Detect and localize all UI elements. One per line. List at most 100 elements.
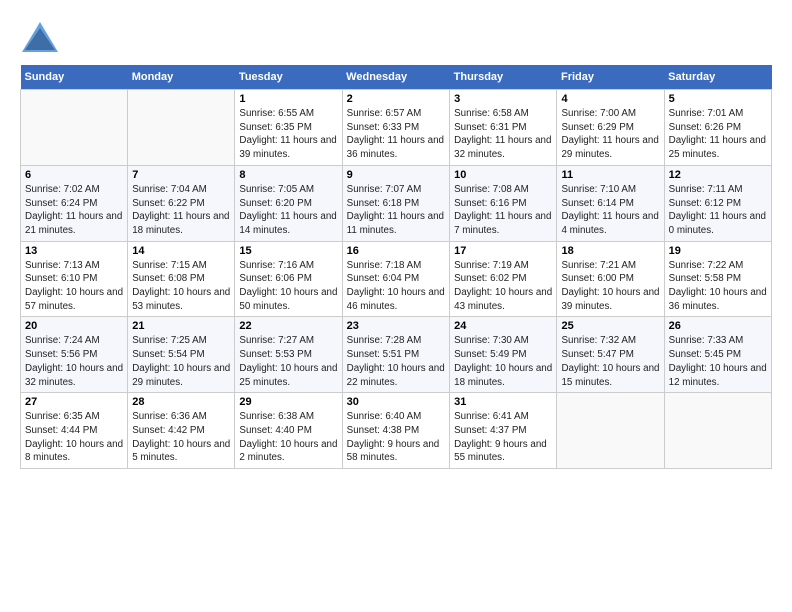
week-row-2: 13 Sunrise: 7:13 AM Sunset: 6:10 PM Dayli… [21,241,772,317]
calendar-cell [21,90,128,166]
week-row-0: 1 Sunrise: 6:55 AM Sunset: 6:35 PM Daylig… [21,90,772,166]
day-info: Sunrise: 7:33 AM Sunset: 5:45 PM Dayligh… [669,334,767,389]
day-number: 14 [132,245,230,257]
day-info: Sunrise: 7:18 AM Sunset: 6:04 PM Dayligh… [347,259,445,314]
day-number: 30 [347,396,445,408]
weekday-header-row: SundayMondayTuesdayWednesdayThursdayFrid… [21,65,772,90]
weekday-saturday: Saturday [664,65,771,90]
calendar-cell: 25 Sunrise: 7:32 AM Sunset: 5:47 PM Dayli… [557,317,664,393]
calendar-cell: 1 Sunrise: 6:55 AM Sunset: 6:35 PM Daylig… [235,90,342,166]
day-info: Sunrise: 7:25 AM Sunset: 5:54 PM Dayligh… [132,334,230,389]
day-number: 23 [347,320,445,332]
page-header [20,20,772,55]
day-number: 11 [561,169,659,181]
weekday-sunday: Sunday [21,65,128,90]
day-number: 6 [25,169,123,181]
calendar-cell: 8 Sunrise: 7:05 AM Sunset: 6:20 PM Daylig… [235,165,342,241]
calendar-cell: 29Sunrise: 6:38 AM Sunset: 4:40 PM Dayli… [235,393,342,469]
day-info: Sunrise: 6:55 AM Sunset: 6:35 PM Dayligh… [239,107,337,162]
week-row-3: 20Sunrise: 7:24 AM Sunset: 5:56 PM Dayli… [21,317,772,393]
day-info: Sunrise: 7:32 AM Sunset: 5:47 PM Dayligh… [561,334,659,389]
calendar-cell: 9Sunrise: 7:07 AM Sunset: 6:18 PM Daylig… [342,165,449,241]
day-number: 22 [239,320,337,332]
day-info: Sunrise: 7:02 AM Sunset: 6:24 PM Dayligh… [25,183,123,238]
day-info: Sunrise: 6:40 AM Sunset: 4:38 PM Dayligh… [347,410,445,465]
calendar-cell: 16 Sunrise: 7:18 AM Sunset: 6:04 PM Dayli… [342,241,449,317]
calendar-cell: 24Sunrise: 7:30 AM Sunset: 5:49 PM Dayli… [450,317,557,393]
calendar-cell: 17Sunrise: 7:19 AM Sunset: 6:02 PM Dayli… [450,241,557,317]
calendar-cell: 31Sunrise: 6:41 AM Sunset: 4:37 PM Dayli… [450,393,557,469]
day-number: 16 [347,245,445,257]
day-number: 29 [239,396,337,408]
day-info: Sunrise: 7:07 AM Sunset: 6:18 PM Dayligh… [347,183,445,238]
day-number: 20 [25,320,123,332]
weekday-friday: Friday [557,65,664,90]
week-row-1: 6 Sunrise: 7:02 AM Sunset: 6:24 PM Daylig… [21,165,772,241]
day-number: 12 [669,169,767,181]
day-info: Sunrise: 7:08 AM Sunset: 6:16 PM Dayligh… [454,183,552,238]
calendar-cell: 21 Sunrise: 7:25 AM Sunset: 5:54 PM Dayli… [128,317,235,393]
day-number: 7 [132,169,230,181]
day-info: Sunrise: 7:04 AM Sunset: 6:22 PM Dayligh… [132,183,230,238]
calendar-cell: 18 Sunrise: 7:21 AM Sunset: 6:00 PM Dayli… [557,241,664,317]
day-info: Sunrise: 7:05 AM Sunset: 6:20 PM Dayligh… [239,183,337,238]
calendar-cell [128,90,235,166]
calendar-cell: 2 Sunrise: 6:57 AM Sunset: 6:33 PM Daylig… [342,90,449,166]
calendar-cell: 13 Sunrise: 7:13 AM Sunset: 6:10 PM Dayli… [21,241,128,317]
day-number: 18 [561,245,659,257]
day-info: Sunrise: 7:13 AM Sunset: 6:10 PM Dayligh… [25,259,123,314]
calendar-cell: 30 Sunrise: 6:40 AM Sunset: 4:38 PM Dayli… [342,393,449,469]
calendar-cell: 26 Sunrise: 7:33 AM Sunset: 5:45 PM Dayli… [664,317,771,393]
day-info: Sunrise: 7:27 AM Sunset: 5:53 PM Dayligh… [239,334,337,389]
calendar-cell: 3 Sunrise: 6:58 AM Sunset: 6:31 PM Daylig… [450,90,557,166]
calendar-cell: 10Sunrise: 7:08 AM Sunset: 6:16 PM Dayli… [450,165,557,241]
day-info: Sunrise: 7:00 AM Sunset: 6:29 PM Dayligh… [561,107,659,162]
calendar-cell: 23 Sunrise: 7:28 AM Sunset: 5:51 PM Dayli… [342,317,449,393]
day-number: 26 [669,320,767,332]
day-info: Sunrise: 6:35 AM Sunset: 4:44 PM Dayligh… [25,410,123,465]
day-number: 21 [132,320,230,332]
weekday-tuesday: Tuesday [235,65,342,90]
day-number: 15 [239,245,337,257]
day-number: 28 [132,396,230,408]
calendar-cell: 12 Sunrise: 7:11 AM Sunset: 6:12 PM Dayli… [664,165,771,241]
calendar-cell: 4Sunrise: 7:00 AM Sunset: 6:29 PM Daylig… [557,90,664,166]
logo-icon [20,20,60,55]
calendar-cell: 22 Sunrise: 7:27 AM Sunset: 5:53 PM Dayli… [235,317,342,393]
day-info: Sunrise: 7:21 AM Sunset: 6:00 PM Dayligh… [561,259,659,314]
day-info: Sunrise: 7:19 AM Sunset: 6:02 PM Dayligh… [454,259,552,314]
day-number: 13 [25,245,123,257]
day-number: 1 [239,93,337,105]
calendar-cell [557,393,664,469]
calendar-cell: 15 Sunrise: 7:16 AM Sunset: 6:06 PM Dayli… [235,241,342,317]
day-info: Sunrise: 7:10 AM Sunset: 6:14 PM Dayligh… [561,183,659,238]
calendar-cell: 11 Sunrise: 7:10 AM Sunset: 6:14 PM Dayli… [557,165,664,241]
day-number: 25 [561,320,659,332]
calendar-cell: 5Sunrise: 7:01 AM Sunset: 6:26 PM Daylig… [664,90,771,166]
calendar-cell: 28 Sunrise: 6:36 AM Sunset: 4:42 PM Dayli… [128,393,235,469]
day-info: Sunrise: 6:58 AM Sunset: 6:31 PM Dayligh… [454,107,552,162]
day-number: 19 [669,245,767,257]
day-number: 8 [239,169,337,181]
weekday-monday: Monday [128,65,235,90]
calendar-cell: 6 Sunrise: 7:02 AM Sunset: 6:24 PM Daylig… [21,165,128,241]
calendar-body: 1 Sunrise: 6:55 AM Sunset: 6:35 PM Daylig… [21,90,772,469]
day-number: 5 [669,93,767,105]
week-row-4: 27 Sunrise: 6:35 AM Sunset: 4:44 PM Dayli… [21,393,772,469]
calendar-cell: 20Sunrise: 7:24 AM Sunset: 5:56 PM Dayli… [21,317,128,393]
weekday-thursday: Thursday [450,65,557,90]
day-info: Sunrise: 7:11 AM Sunset: 6:12 PM Dayligh… [669,183,767,238]
day-info: Sunrise: 7:22 AM Sunset: 5:58 PM Dayligh… [669,259,767,314]
day-number: 27 [25,396,123,408]
day-info: Sunrise: 6:41 AM Sunset: 4:37 PM Dayligh… [454,410,552,465]
calendar-cell: 27 Sunrise: 6:35 AM Sunset: 4:44 PM Dayli… [21,393,128,469]
day-info: Sunrise: 7:15 AM Sunset: 6:08 PM Dayligh… [132,259,230,314]
day-info: Sunrise: 7:28 AM Sunset: 5:51 PM Dayligh… [347,334,445,389]
day-number: 2 [347,93,445,105]
day-number: 3 [454,93,552,105]
day-info: Sunrise: 6:57 AM Sunset: 6:33 PM Dayligh… [347,107,445,162]
calendar-cell: 19 Sunrise: 7:22 AM Sunset: 5:58 PM Dayli… [664,241,771,317]
day-info: Sunrise: 6:36 AM Sunset: 4:42 PM Dayligh… [132,410,230,465]
day-info: Sunrise: 7:16 AM Sunset: 6:06 PM Dayligh… [239,259,337,314]
calendar-cell: 7 Sunrise: 7:04 AM Sunset: 6:22 PM Daylig… [128,165,235,241]
